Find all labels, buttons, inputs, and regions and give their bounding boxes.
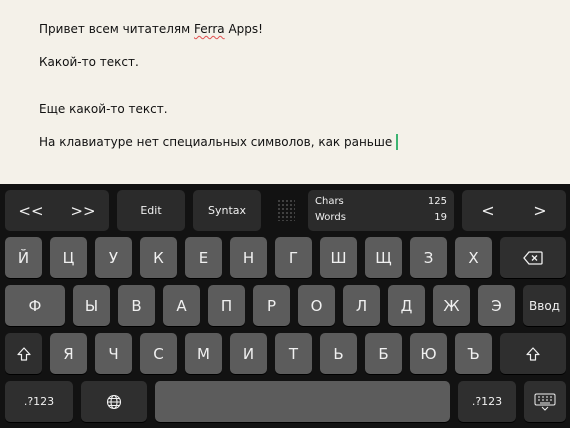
key-letter[interactable]: Х: [455, 237, 492, 278]
key-letter[interactable]: Д: [388, 285, 425, 326]
key-letter[interactable]: Ш: [320, 237, 357, 278]
key-letter[interactable]: В: [118, 285, 155, 326]
key-letter[interactable]: К: [140, 237, 177, 278]
key-letter[interactable]: Ю: [410, 333, 447, 374]
back-button[interactable]: <<: [18, 202, 43, 220]
words-label: Words: [315, 212, 346, 223]
backspace-key[interactable]: [500, 237, 566, 278]
cursor-nav-group: < >: [462, 190, 566, 231]
key-letter[interactable]: Щ: [365, 237, 402, 278]
shift-icon: [526, 346, 540, 361]
key-letter[interactable]: И: [230, 333, 267, 374]
key-letter[interactable]: Ц: [50, 237, 87, 278]
forward-button[interactable]: >>: [70, 202, 95, 220]
text-stats-panel: Chars 125 Words 19: [308, 190, 454, 231]
shift-icon: [16, 346, 31, 361]
cursor-right-button[interactable]: >: [533, 201, 546, 220]
key-letter[interactable]: Ы: [73, 285, 110, 326]
history-nav-group: << >>: [5, 190, 109, 231]
editor-line-2[interactable]: Какой-то текст.: [39, 55, 139, 69]
key-letter[interactable]: Р: [253, 285, 290, 326]
space-key[interactable]: [155, 381, 450, 422]
key-letter[interactable]: Б: [365, 333, 402, 374]
cursor-left-button[interactable]: <: [481, 201, 494, 220]
key-letter[interactable]: Т: [275, 333, 312, 374]
line-text: Привет всем читателям: [39, 22, 194, 36]
editor-line-4[interactable]: На клавиатуре нет специальных символов, …: [39, 134, 399, 150]
keyboard-hide-icon: [534, 393, 556, 411]
key-letter[interactable]: Э: [478, 285, 515, 326]
chars-label: Chars: [315, 196, 344, 207]
key-letter[interactable]: Ж: [433, 285, 470, 326]
line-text-suffix: Apps!: [224, 22, 263, 36]
key-letter[interactable]: О: [298, 285, 335, 326]
key-letter[interactable]: Е: [185, 237, 222, 278]
shift-key-right[interactable]: [500, 333, 566, 374]
syntax-button[interactable]: Syntax: [193, 190, 261, 231]
edit-button[interactable]: Edit: [117, 190, 185, 231]
backspace-icon: [523, 250, 543, 265]
text-editor[interactable]: Привет всем читателям Ferra Apps! Какой-…: [0, 0, 570, 184]
chars-count: 125: [427, 196, 447, 207]
numbers-key-right[interactable]: .?123: [458, 381, 516, 422]
key-letter[interactable]: Я: [50, 333, 87, 374]
key-letter[interactable]: Й: [5, 237, 42, 278]
shift-key-left[interactable]: [5, 333, 42, 374]
key-letter[interactable]: У: [95, 237, 132, 278]
words-count: 19: [434, 212, 447, 223]
key-letter[interactable]: Ч: [95, 333, 132, 374]
key-letter[interactable]: М: [185, 333, 222, 374]
misspelled-word[interactable]: Ferra: [194, 22, 225, 36]
text-cursor: [396, 134, 399, 150]
key-letter[interactable]: Ъ: [455, 333, 492, 374]
key-letter[interactable]: П: [208, 285, 245, 326]
key-letter[interactable]: Г: [275, 237, 312, 278]
key-letter[interactable]: Н: [230, 237, 267, 278]
key-letter[interactable]: А: [163, 285, 200, 326]
key-letter[interactable]: Ь: [320, 333, 357, 374]
numbers-key[interactable]: .?123: [5, 381, 73, 422]
line-text: На клавиатуре нет специальных символов, …: [39, 135, 393, 149]
editor-line-1[interactable]: Привет всем читателям Ferra Apps!: [39, 22, 263, 36]
key-letter[interactable]: С: [140, 333, 177, 374]
editor-line-3[interactable]: Еще какой-то текст.: [39, 102, 168, 116]
globe-icon: [106, 394, 122, 410]
drag-handle[interactable]: [277, 199, 295, 221]
key-letter[interactable]: Ф: [5, 285, 65, 326]
enter-key[interactable]: Ввод: [523, 285, 566, 326]
globe-key[interactable]: [81, 381, 147, 422]
key-letter[interactable]: З: [410, 237, 447, 278]
key-letter[interactable]: Л: [343, 285, 380, 326]
hide-keyboard-key[interactable]: [524, 381, 566, 422]
